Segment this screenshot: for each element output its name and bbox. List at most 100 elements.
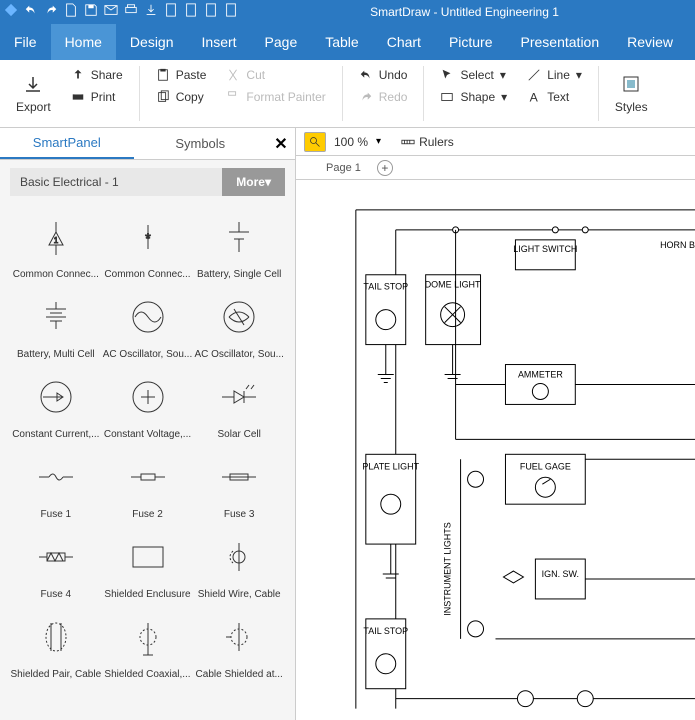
share-button[interactable]: Share: [67, 66, 127, 84]
svg-text:*: *: [145, 230, 151, 246]
menu-review[interactable]: Review: [613, 24, 687, 60]
symbol-item[interactable]: Fuse 2: [102, 444, 194, 524]
symbol-item[interactable]: AC Oscillator, Sou...: [193, 284, 285, 364]
menu-page[interactable]: Page: [251, 24, 312, 60]
chevron-down-icon: ▾: [501, 90, 507, 104]
symbol-item[interactable]: 1 Common Connec...: [10, 204, 102, 284]
svg-text:PLATE LIGHT: PLATE LIGHT: [362, 461, 419, 471]
menu-design[interactable]: Design: [116, 24, 188, 60]
canvas[interactable]: LIGHT SWITCH HORN B TAIL STOP DOME LIGHT…: [296, 180, 695, 720]
format-painter-button[interactable]: Format Painter: [222, 88, 329, 106]
page-tab[interactable]: Page 1: [326, 162, 361, 174]
styles-button[interactable]: Styles: [611, 66, 652, 121]
symbol-label: Shielded Enclusure: [102, 589, 194, 604]
symbol-item[interactable]: Fuse 4: [10, 524, 102, 604]
menu-bar: FileHomeDesignInsertPageTableChartPictur…: [0, 24, 695, 60]
svg-text:LIGHT SWITCH: LIGHT SWITCH: [513, 244, 577, 254]
symbol-label: Common Connec...: [10, 269, 102, 284]
svg-text:HORN B: HORN B: [660, 240, 695, 250]
symbol-item[interactable]: Battery, Single Cell: [193, 204, 285, 284]
title-bar: SmartDraw - Untitled Engineering 1: [0, 0, 695, 24]
redo-button[interactable]: Redo: [355, 88, 412, 106]
text-button[interactable]: AText: [523, 88, 586, 106]
line-button[interactable]: Line▾: [523, 66, 586, 84]
save-icon[interactable]: [84, 3, 98, 22]
symbol-item[interactable]: Constant Voltage,...: [102, 364, 194, 444]
canvas-toolbar: 100 % ▾ Rulers: [296, 128, 695, 156]
svg-text:TAIL STOP: TAIL STOP: [363, 626, 408, 636]
copy-button[interactable]: Copy: [152, 88, 211, 106]
symbol-label: Shielded Coaxial,...: [102, 669, 194, 684]
mail-icon[interactable]: [104, 3, 118, 22]
menu-file[interactable]: File: [0, 24, 51, 60]
redo-icon[interactable]: [44, 3, 58, 22]
svg-text:1: 1: [54, 236, 59, 245]
symbol-item[interactable]: Shielded Enclusure: [102, 524, 194, 604]
print-icon[interactable]: [124, 3, 138, 22]
symbol-item[interactable]: Fuse 3: [193, 444, 285, 524]
chevron-down-icon[interactable]: ▾: [376, 136, 381, 147]
symbol-item[interactable]: Solar Cell: [193, 364, 285, 444]
tab-symbols[interactable]: Symbols: [134, 128, 268, 159]
ribbon: Export Share Print Paste Copy Cut Format…: [0, 60, 695, 128]
symbol-item[interactable]: AC Oscillator, Sou...: [102, 284, 194, 364]
menu-support[interactable]: Support: [687, 24, 695, 60]
symbol-label: Constant Current,...: [10, 429, 102, 444]
canvas-area: 100 % ▾ Rulers Page 1 + LIGHT SWITCH: [296, 128, 695, 720]
left-panel: SmartPanel Symbols ✕ Basic Electrical - …: [0, 128, 296, 720]
select-button[interactable]: Select▾: [436, 66, 511, 84]
symbol-item[interactable]: Battery, Multi Cell: [10, 284, 102, 364]
symbol-library-name: Basic Electrical - 1: [10, 168, 222, 196]
svg-text:IGN. SW.: IGN. SW.: [542, 569, 579, 579]
symbol-item[interactable]: Shielded Coaxial,...: [102, 604, 194, 684]
paste-button[interactable]: Paste: [152, 66, 211, 84]
symbol-label: Shielded Pair, Cable: [10, 669, 102, 684]
page-bar: Page 1 +: [296, 156, 695, 180]
cut-button[interactable]: Cut: [222, 66, 329, 84]
menu-picture[interactable]: Picture: [435, 24, 507, 60]
app-logo-icon: [4, 3, 18, 22]
zoom-level[interactable]: 100 %: [334, 135, 368, 149]
more-button[interactable]: More ▾: [222, 168, 285, 196]
doc-icon[interactable]: [184, 3, 198, 22]
symbol-label: Common Connec...: [102, 269, 194, 284]
svg-text:AMMETER: AMMETER: [518, 370, 563, 380]
symbol-item[interactable]: Constant Current,...: [10, 364, 102, 444]
tab-smartpanel[interactable]: SmartPanel: [0, 128, 134, 159]
doc-icon[interactable]: [164, 3, 178, 22]
symbol-item[interactable]: Shield Wire, Cable: [193, 524, 285, 604]
close-panel-button[interactable]: ✕: [267, 128, 295, 159]
symbol-label: Battery, Multi Cell: [10, 349, 102, 364]
symbol-item[interactable]: Cable Shielded at...: [193, 604, 285, 684]
rulers-button[interactable]: Rulers: [401, 135, 454, 149]
symbol-item[interactable]: Shielded Pair, Cable: [10, 604, 102, 684]
symbol-label: Fuse 1: [10, 509, 102, 524]
export-icon[interactable]: [144, 3, 158, 22]
symbol-label: Constant Voltage,...: [102, 429, 194, 444]
zoom-search-icon[interactable]: [304, 132, 326, 152]
undo-icon[interactable]: [24, 3, 38, 22]
undo-button[interactable]: Undo: [355, 66, 412, 84]
export-button[interactable]: Export: [12, 66, 55, 121]
symbol-item[interactable]: Fuse 1: [10, 444, 102, 524]
doc-icon[interactable]: [224, 3, 238, 22]
menu-insert[interactable]: Insert: [188, 24, 251, 60]
symbol-item[interactable]: * Common Connec...: [102, 204, 194, 284]
add-page-button[interactable]: +: [377, 160, 393, 176]
menu-home[interactable]: Home: [51, 24, 116, 60]
menu-presentation[interactable]: Presentation: [507, 24, 614, 60]
wiring-diagram: LIGHT SWITCH HORN B TAIL STOP DOME LIGHT…: [296, 180, 695, 719]
new-file-icon[interactable]: [64, 3, 78, 22]
print-button[interactable]: Print: [67, 88, 127, 106]
chevron-down-icon: ▾: [576, 68, 582, 82]
doc-icon[interactable]: [204, 3, 218, 22]
symbol-label: Fuse 2: [102, 509, 194, 524]
symbol-label: AC Oscillator, Sou...: [102, 349, 194, 364]
menu-chart[interactable]: Chart: [373, 24, 435, 60]
window-title: SmartDraw - Untitled Engineering 1: [238, 5, 691, 19]
svg-text:TAIL STOP: TAIL STOP: [363, 282, 408, 292]
symbol-label: Solar Cell: [193, 429, 285, 444]
symbol-label: Shield Wire, Cable: [193, 589, 285, 604]
menu-table[interactable]: Table: [311, 24, 372, 60]
shape-button[interactable]: Shape▾: [436, 88, 511, 106]
